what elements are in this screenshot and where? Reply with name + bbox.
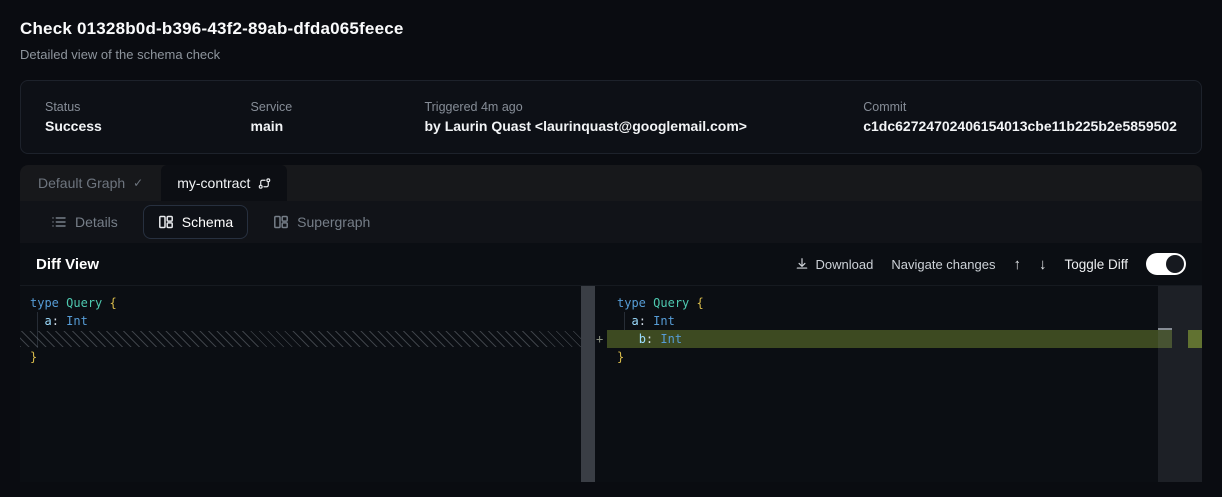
modified-code: type Query { a: Int + b: Int } — [595, 286, 1202, 366]
check-detail-panel: Default Graph ✓ my-contract Details — [20, 165, 1202, 482]
diff-toolbar: Download Navigate changes ↑ ↓ Toggle Dif… — [795, 253, 1186, 275]
status-value: Success — [45, 118, 251, 134]
page-subtitle: Detailed view of the schema check — [20, 47, 1202, 62]
navigate-changes-label: Navigate changes — [891, 257, 995, 272]
git-compare-icon — [258, 177, 271, 190]
next-change-button[interactable]: ↓ — [1039, 257, 1047, 272]
check-summary-card: Status Success Service main Triggered 4m… — [20, 80, 1202, 154]
page-title: Check 01328b0d-b396-43f2-89ab-dfda065fee… — [20, 19, 1202, 39]
commit-value: c1dc62724702406154013cbe11b225b2e5859502 — [863, 118, 1177, 134]
added-line-highlight — [607, 330, 1172, 348]
commit-label: Commit — [863, 100, 1177, 114]
plus-sign: + — [596, 332, 603, 346]
code-line: a: Int — [617, 312, 1202, 330]
service-label: Service — [251, 100, 425, 114]
status-column: Status Success — [45, 100, 251, 134]
previous-change-button[interactable]: ↑ — [1013, 257, 1021, 272]
triggered-label: Triggered 4m ago — [424, 100, 863, 114]
tab-default-graph-label: Default Graph — [38, 175, 125, 191]
list-icon — [51, 214, 67, 230]
triggered-value: by Laurin Quast <laurinquast@googlemail.… — [424, 118, 863, 134]
toggle-diff-switch[interactable] — [1146, 253, 1186, 275]
tab-schema[interactable]: Schema — [143, 205, 248, 239]
code-line: a: Int — [30, 312, 581, 330]
tab-supergraph-label: Supergraph — [297, 214, 370, 230]
scrollbar-slider-edge — [1158, 328, 1172, 330]
commit-column: Commit c1dc62724702406154013cbe11b225b2e… — [863, 100, 1177, 134]
diff-pane-original[interactable]: type Query { a: Int } — [20, 286, 581, 482]
code-line: } — [30, 348, 581, 366]
toggle-knob — [1166, 255, 1184, 273]
arrow-up-icon: ↑ — [1013, 256, 1021, 273]
page-header: Check 01328b0d-b396-43f2-89ab-dfda065fee… — [0, 0, 1222, 62]
original-code: type Query { a: Int } — [20, 286, 581, 366]
diff-view-title: Diff View — [36, 256, 99, 273]
code-line: type Query { — [617, 294, 1202, 312]
panels-icon — [273, 214, 289, 230]
added-change-overview-marker — [1188, 330, 1202, 348]
tab-my-contract-label: my-contract — [177, 175, 250, 191]
arrow-down-icon: ↓ — [1039, 256, 1047, 273]
tab-schema-label: Schema — [182, 214, 233, 230]
hatch-pattern — [20, 331, 581, 347]
view-tab-bar: Details Schema Supergraph — [20, 201, 1202, 243]
status-label: Status — [45, 100, 251, 114]
editor-splitter-scrollbar[interactable] — [581, 286, 595, 482]
tab-my-contract[interactable]: my-contract — [161, 165, 287, 201]
checkmark-icon: ✓ — [133, 176, 143, 190]
added-code-line: + b: Int — [617, 330, 1202, 348]
graph-tab-strip: Default Graph ✓ my-contract — [20, 165, 1202, 201]
code-line: } — [617, 348, 1202, 366]
navigate-changes-button[interactable]: Navigate changes — [891, 257, 995, 272]
service-value: main — [251, 118, 425, 134]
tab-details[interactable]: Details — [36, 205, 133, 239]
schema-diff-editor: type Query { a: Int } type Query { a: In… — [20, 285, 1202, 482]
download-button[interactable]: Download — [795, 257, 874, 272]
panels-icon — [158, 214, 174, 230]
tab-default-graph[interactable]: Default Graph ✓ — [20, 165, 161, 201]
diff-view-header: Diff View Download Navigate changes ↑ ↓ … — [20, 243, 1202, 285]
toggle-diff-label: Toggle Diff — [1064, 257, 1128, 272]
service-column: Service main — [251, 100, 425, 134]
download-label: Download — [816, 257, 874, 272]
download-icon — [795, 257, 809, 271]
editor-scrollbar[interactable] — [1158, 286, 1202, 482]
code-line: type Query { — [30, 294, 581, 312]
inserted-line-placeholder — [30, 330, 581, 348]
tab-supergraph[interactable]: Supergraph — [258, 205, 385, 239]
tab-details-label: Details — [75, 214, 118, 230]
diff-pane-modified[interactable]: type Query { a: Int + b: Int } — [595, 286, 1202, 482]
triggered-column: Triggered 4m ago by Laurin Quast <laurin… — [424, 100, 863, 134]
